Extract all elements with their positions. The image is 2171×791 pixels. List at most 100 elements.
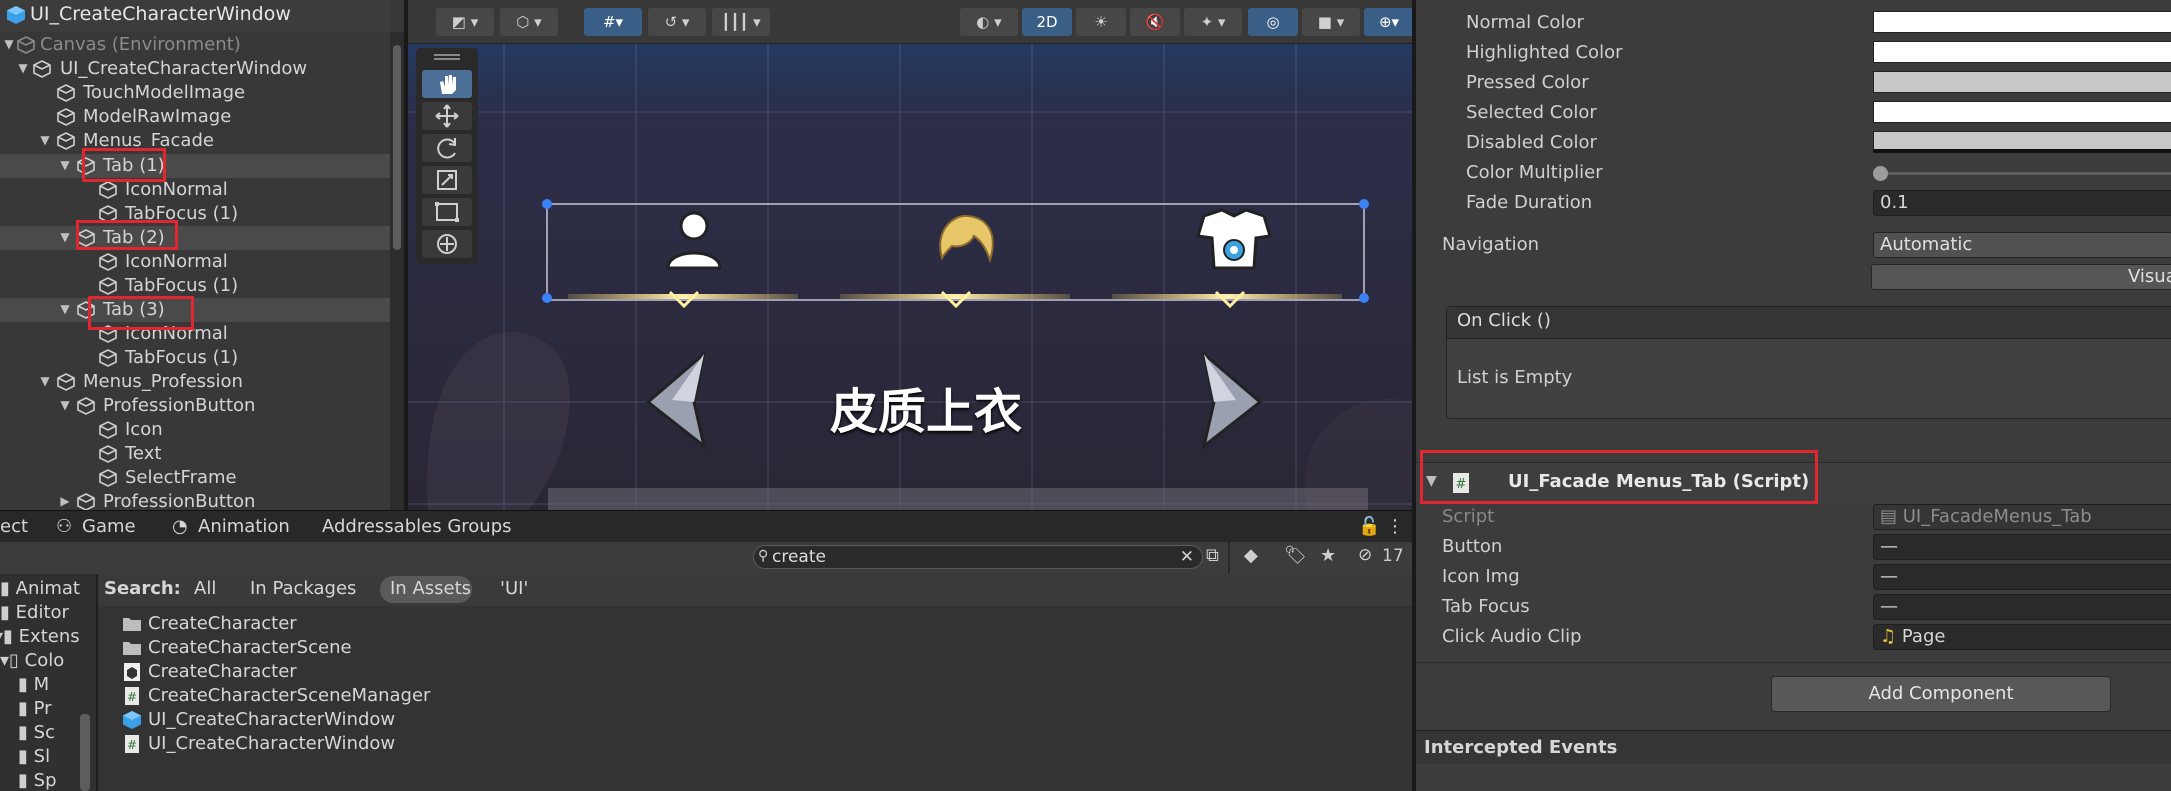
scope-in-packages[interactable]: In Packages [250,578,356,599]
more-menu-icon[interactable]: ⋮ [1386,516,1404,537]
expand-triangle-icon[interactable]: ▼ [2,37,16,51]
hierarchy-row-canvas[interactable]: ▼ Canvas (Environment) [0,33,390,57]
hierarchy-row[interactable]: TabFocus (1) [0,274,390,298]
filter-by-type-icon[interactable]: ◆ [1244,545,1258,566]
hierarchy-row[interactable]: ModelRawImage [0,105,390,129]
folder-tree-item[interactable]: ▮ Animat [0,578,96,602]
arrow-right-icon[interactable] [1194,350,1264,450]
grid-snap-button[interactable]: #▾ [584,8,642,36]
drag-handle-icon[interactable] [434,54,460,60]
expand-triangle-icon[interactable]: ▼ [58,230,72,244]
hierarchy-row[interactable]: ▶ ProfessionButton [0,490,390,510]
expand-triangle-icon[interactable]: ▼ [58,158,72,172]
intercepted-events-header[interactable]: Intercepted Events [1416,730,2171,764]
hierarchy-row[interactable]: TouchModelImage [0,81,390,105]
hierarchy-header[interactable]: UI_CreateCharacterWindow [0,0,390,32]
normal-color-swatch[interactable] [1873,11,2171,33]
hierarchy-row[interactable]: IconNormal [0,250,390,274]
icon-img-field[interactable]: — [1873,564,2171,590]
project-search-input[interactable]: ⚲ create ✕ [753,545,1203,569]
hierarchy-row[interactable]: SelectFrame [0,466,390,490]
draw-mode-dropdown[interactable]: ◩ ▾ [436,8,494,36]
hierarchy-row[interactable]: IconNormal [0,322,390,346]
folder-tree-item[interactable]: ▮ M [18,674,96,698]
lighting-toggle-button[interactable]: ☀ [1076,8,1126,36]
tab-animation[interactable]: Animation [198,516,290,537]
expand-triangle-icon[interactable]: ▼ [38,374,52,388]
add-component-button[interactable]: Add Component [1771,676,2111,712]
pressed-color-swatch[interactable] [1873,71,2171,93]
effects-dropdown[interactable]: ✦ ▾ [1184,8,1242,36]
tree-scroll-thumb[interactable] [80,714,90,791]
move-tool-button[interactable] [422,102,472,130]
toggle-2d-button[interactable]: 2D [1022,8,1072,36]
selected-color-swatch[interactable] [1873,101,2171,123]
hierarchy-row[interactable]: IconNormal [0,178,390,202]
disabled-color-swatch[interactable] [1873,131,2171,153]
arrow-left-icon[interactable] [644,350,714,450]
navigation-dropdown[interactable]: Automatic [1873,232,2171,258]
audio-toggle-button[interactable]: 🔇 [1130,8,1180,36]
hierarchy-row[interactable]: Text [0,442,390,466]
list-item[interactable]: CreateCharacterScene [98,636,698,660]
hidden-packages-icon[interactable]: ⊘ [1358,545,1372,565]
hierarchy-row-tab-2[interactable]: ▼ Tab (2) [0,226,390,250]
hierarchy-row-window[interactable]: ▼ UI_CreateCharacterWindow [0,57,390,81]
camera-dropdown[interactable]: ■ ▾ [1302,8,1360,36]
filter-by-label-icon[interactable]: 🏷 [1284,545,1307,566]
hierarchy-row[interactable]: TabFocus (1) [0,346,390,370]
expand-triangle-icon[interactable]: ▼ [58,398,72,412]
rotate-tool-button[interactable] [422,134,472,162]
color-multiplier-handle[interactable] [1873,166,1888,181]
scale-tool-button[interactable] [422,166,472,194]
hierarchy-scroll-thumb[interactable] [393,45,401,250]
hidden-objects-toggle[interactable]: ◎ [1248,8,1298,36]
fade-duration-field[interactable]: 0.1 [1873,190,2171,216]
render-mode-dropdown[interactable]: ⬡ ▾ [500,8,558,36]
list-item[interactable]: # UI_CreateCharacterWindow [98,732,698,756]
tab-project[interactable]: ect [0,516,28,537]
expand-triangle-icon[interactable]: ▼ [38,133,52,147]
hierarchy-row[interactable]: ▼ Menus_Facade [0,129,390,153]
hierarchy-row-tab-1[interactable]: ▼ Tab (1) [0,154,390,178]
gizmos-dropdown[interactable]: ⊕▾ [1364,8,1412,36]
rect-tool-button[interactable] [422,198,472,226]
scope-ui[interactable]: 'UI' [500,578,528,599]
visualize-button[interactable]: Visua [1871,264,2171,290]
ruler-button[interactable]: ┃┃┃ ▾ [712,8,770,36]
tab-game[interactable]: Game [82,516,136,537]
lock-icon[interactable]: 🔓 [1358,516,1380,537]
hierarchy-row-label: ProfessionButton [103,395,256,416]
list-item[interactable]: CreateCharacter [98,660,698,684]
increment-snap-button[interactable]: ↺ ▾ [648,8,706,36]
folder-tree-item[interactable]: ▮ Editor [0,602,96,626]
transform-tool-button[interactable] [422,230,472,258]
button-field[interactable]: — [1873,534,2171,560]
collapse-triangle-icon[interactable]: ▶ [58,494,72,508]
folder-tree-item[interactable]: ▾▮ Extens [0,626,94,650]
highlighted-color-swatch[interactable] [1873,41,2171,63]
folder-tree-item[interactable]: ▾▯ Colo [0,650,96,674]
favorite-star-icon[interactable]: ★ [1320,545,1336,566]
tab-focus-field[interactable]: — [1873,594,2171,620]
onclick-header[interactable]: On Click () [1447,307,2171,339]
hierarchy-row[interactable]: ▼ ProfessionButton [0,394,390,418]
color-multiplier-track[interactable] [1878,172,2171,175]
clear-search-icon[interactable]: ✕ [1180,547,1194,567]
hierarchy-row-tab-3[interactable]: ▼ Tab (3) [0,298,390,322]
click-audio-field[interactable]: ♫ Page [1873,624,2171,650]
hierarchy-row[interactable]: TabFocus (1) [0,202,390,226]
tab-addressables[interactable]: Addressables Groups [322,516,512,537]
hand-tool-button[interactable] [422,70,472,98]
list-item[interactable]: CreateCharacter [98,612,698,636]
list-item[interactable]: # CreateCharacterSceneManager [98,684,698,708]
shading-dropdown[interactable]: ◐ ▾ [960,8,1018,36]
list-item[interactable]: UI_CreateCharacterWindow [98,708,698,732]
scope-in-assets[interactable]: In Assets [390,578,471,599]
scope-all[interactable]: All [194,578,216,599]
expand-triangle-icon[interactable]: ▼ [58,302,72,316]
hierarchy-row[interactable]: ▼ Menus_Profession [0,370,390,394]
open-window-icon[interactable]: ⧉ [1206,545,1219,566]
hierarchy-row[interactable]: Icon [0,418,390,442]
expand-triangle-icon[interactable]: ▼ [16,61,30,75]
